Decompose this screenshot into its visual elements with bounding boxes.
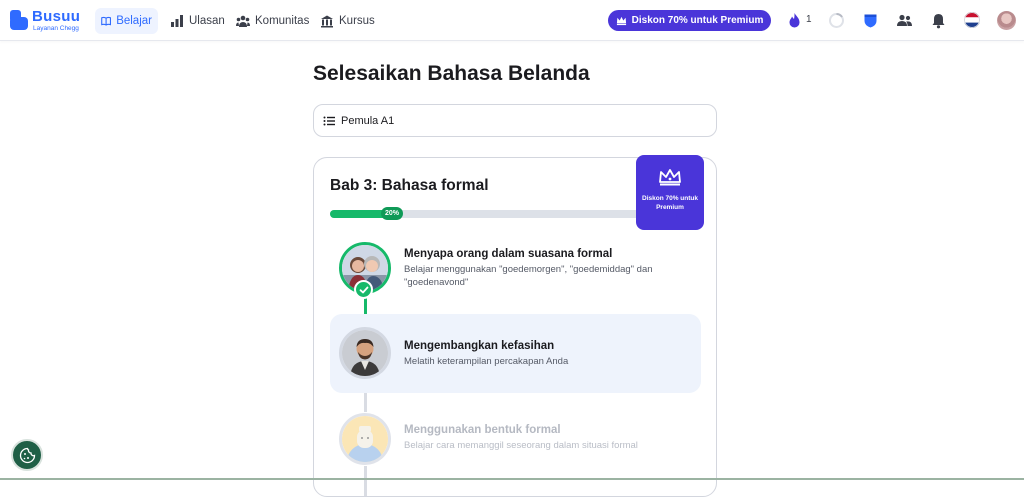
premium-discount-button[interactable]: Diskon 70% untuk Premium [608,10,771,31]
brand-name: Busuu [32,8,81,25]
busuu-logo[interactable]: Busuu Layanan Chegg [10,8,90,34]
cookie-settings-button[interactable] [11,439,43,471]
nav-item-kursus[interactable]: Kursus [320,8,375,34]
nav-item-komunitas[interactable]: Komunitas [236,8,309,34]
book-icon [101,16,112,26]
premium-discount-card[interactable]: Diskon 70% untuk Premium [636,155,704,230]
level-label: Pemula A1 [341,114,395,127]
chapter-progress-bar: 20% [330,207,642,220]
courses-icon [321,15,333,28]
nav-item-belajar[interactable]: Belajar [95,8,158,34]
cookie-icon [19,447,36,464]
man-photo-icon [342,330,388,376]
page-title: Selesaikan Bahasa Belanda [313,62,590,85]
brand-subtitle: Layanan Chegg [33,25,79,32]
lesson-description: Melatih keterampilan percakapan Anda [404,356,569,367]
nav-item-label: Komunitas [255,15,310,27]
lesson-description: Belajar menggunakan "goedemorgen", "goed… [404,264,653,288]
crown-icon [659,169,681,186]
friends-icon[interactable] [896,12,913,29]
netherlands-flag-icon[interactable] [964,12,980,28]
lesson-title: Menggunakan bentuk formal [404,424,561,436]
lesson-description: Belajar cara memanggil seseorang dalam s… [404,440,638,451]
lesson-title: Mengembangkan kefasihan [404,340,555,352]
list-icon [323,116,335,125]
top-navigation-bar: Busuu Layanan Chegg Belajar Ulasan Komun… [0,0,1024,41]
character-illustration-icon [342,416,388,462]
streak-flame-icon[interactable] [786,12,803,29]
completed-check-icon [354,280,373,299]
notification-bell-icon[interactable] [930,12,947,29]
streak-count: 1 [806,14,812,25]
premium-discount-label: Diskon 70% untuk Premium [631,15,764,26]
lesson-title: Menyapa orang dalam suasana formal [404,248,613,260]
daily-goal-ring-icon[interactable] [828,12,845,29]
lesson-item-locked[interactable]: Menggunakan bentuk formal Belajar cara m… [330,398,701,477]
busuu-logo-icon [10,10,28,30]
bar-chart-icon [171,15,183,27]
chapter-title: Bab 3: Bahasa formal [330,177,489,194]
lesson-item-completed[interactable]: Menyapa orang dalam suasana formal Belaj… [330,236,701,315]
crown-icon [616,16,626,26]
user-avatar[interactable] [997,11,1016,30]
community-icon [236,15,250,27]
progress-percentage-badge: 20% [381,207,403,220]
nav-item-label: Ulasan [189,15,225,27]
premium-discount-card-label: Diskon 70% untuk Premium [642,195,698,211]
lesson-thumbnail [339,327,391,379]
nav-item-ulasan[interactable]: Ulasan [170,8,225,34]
level-selector[interactable]: Pemula A1 [313,104,717,137]
shield-icon[interactable] [862,12,879,29]
nav-item-label: Belajar [116,15,152,27]
nav-item-label: Kursus [339,15,375,27]
lesson-item-current[interactable]: Mengembangkan kefasihan Melatih keteramp… [330,314,701,393]
lesson-thumbnail [339,413,391,465]
chapter-card: Bab 3: Bahasa formal 20% Diskon 70% untu… [313,155,717,497]
